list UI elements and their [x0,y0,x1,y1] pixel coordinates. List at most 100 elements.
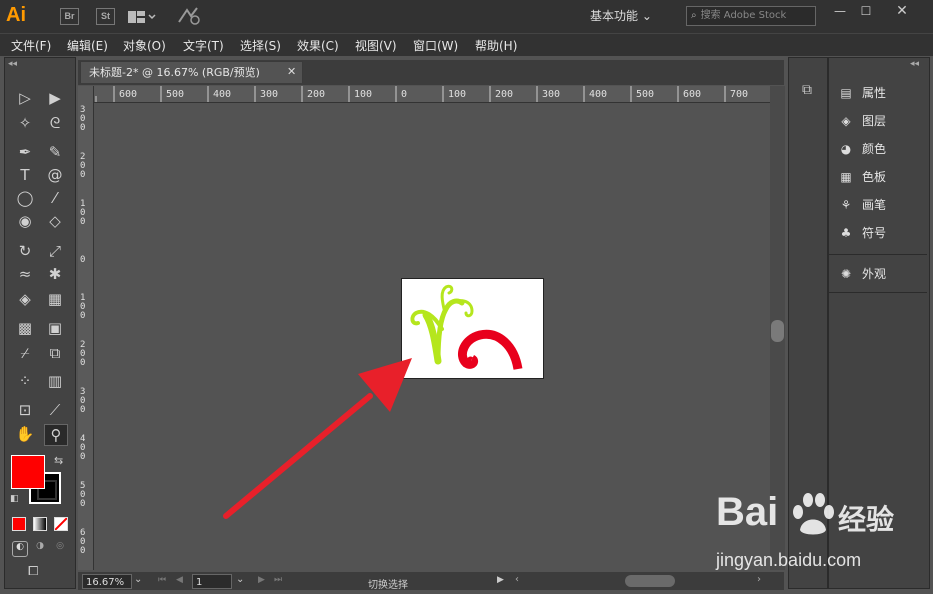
zoom-level-field[interactable]: 16.67% [82,574,132,589]
menu-window[interactable]: 窗口(W) [413,37,458,54]
vertical-ruler[interactable]: 3 0 0 2 0 0 1 0 0 0 1 0 0 2 0 0 3 0 0 4 … [78,86,94,570]
shaper-tool-icon[interactable]: ◉ [14,211,36,231]
menu-object[interactable]: 对象(O) [123,37,166,54]
blend-tool-icon[interactable]: ⧉ [44,343,66,363]
panel-layers[interactable]: ◈ 图层 [836,111,924,131]
panel-label: 符号 [862,226,887,240]
color-mode-button[interactable] [12,517,26,531]
document-tab[interactable]: 未标题-2* @ 16.67% (RGB/预览) [80,61,303,83]
next-artboard-icon[interactable]: ▶ [258,575,265,585]
panel-brushes[interactable]: ⚘ 画笔 [836,195,924,215]
arrange-documents-icon[interactable] [128,9,156,23]
direct-selection-tool-icon[interactable]: ▶ [44,88,66,108]
gradient-mode-button[interactable] [33,517,47,531]
artboard-tool-icon[interactable]: ⊡ [14,400,36,420]
type-tool-icon[interactable]: T [14,165,36,185]
collapse-panel-icon[interactable]: ◂◂ [8,59,17,69]
last-artboard-icon[interactable]: ⏭ [274,575,282,585]
close-document-icon[interactable]: ✕ [287,65,296,78]
expand-panels-icon[interactable]: ◂◂ [910,59,919,69]
scroll-left-icon[interactable]: ‹ [515,574,519,585]
panel-label: 色板 [862,170,887,184]
symbol-sprayer-tool-icon[interactable]: ⁘ [14,371,36,391]
previous-artboard-icon[interactable]: ◀ [176,575,183,585]
fill-color-swatch[interactable] [11,455,45,489]
artboard-dropdown-icon[interactable]: ⌄ [236,574,244,585]
bridge-badge[interactable]: Br [60,8,79,25]
spiral-tool-icon[interactable]: @ [44,165,66,185]
ruler-left-label: 4 0 0 [80,434,86,462]
perspective-grid-tool-icon[interactable]: ▦ [44,289,66,309]
default-fill-stroke-icon[interactable]: ◧ [10,494,19,504]
swap-fill-stroke-icon[interactable]: ⇆ [54,454,63,467]
magic-wand-tool-icon[interactable]: ✧ [14,113,36,133]
panel-label: 图层 [862,114,887,128]
maximize-button[interactable]: ☐ [852,4,880,20]
draw-inside-icon[interactable]: ◎ [53,541,67,555]
zoom-tool-icon[interactable]: ⚲ [44,424,68,446]
width-tool-icon[interactable]: ≈ [14,264,36,284]
symbols-icon: ♣ [840,226,852,240]
stock-search-input[interactable]: ⌕ 搜索 Adobe Stock [686,6,816,26]
ruler-left-label: 2 0 0 [80,152,86,180]
horizontal-scroll-thumb[interactable] [625,575,675,587]
zoom-dropdown-icon[interactable]: ⌄ [134,574,142,585]
horizontal-ruler[interactable]: 600 500 400 300 200 100 0 100 200 300 40… [94,86,770,103]
watermark-url: jingyan.baidu.com [716,550,862,570]
minimize-button[interactable]: — [826,4,854,20]
panel-appearance[interactable]: ✺ 外观 [836,264,924,284]
panel-swatches[interactable]: ▦ 色板 [836,167,924,187]
ruler-top-label: 200 [307,89,326,100]
artboards-panel-icon[interactable]: ⧉ [797,82,817,102]
lasso-tool-icon[interactable]: ᘓ [44,113,66,133]
curvature-tool-icon[interactable]: ✎ [44,142,66,162]
hand-tool-icon[interactable]: ✋ [14,424,36,444]
menu-select[interactable]: 选择(S) [240,37,281,54]
gradient-tool-icon[interactable]: ▣ [44,318,66,338]
draw-normal-icon[interactable]: ◐ [12,541,28,557]
ellipse-tool-icon[interactable]: ◯ [14,188,36,208]
vertical-scroll-thumb[interactable] [771,320,784,342]
menu-help[interactable]: 帮助(H) [475,37,517,54]
close-window-button[interactable]: ✕ [888,4,916,20]
paintbrush-tool-icon[interactable]: ⁄ [44,188,66,208]
puppet-warp-tool-icon[interactable]: ✱ [44,264,66,284]
menu-file[interactable]: 文件(F) [11,37,51,54]
panel-color[interactable]: ◕ 颜色 [836,139,924,159]
first-artboard-icon[interactable]: ⏮ [158,575,166,585]
pen-tool-icon[interactable]: ✒ [14,142,36,162]
draw-behind-icon[interactable]: ◑ [33,541,47,555]
slice-tool-icon[interactable]: ⟋ [44,400,66,420]
ruler-left-label: 3 0 0 [80,105,91,133]
selection-tool-icon[interactable]: ▷ [14,88,36,108]
rotate-tool-icon[interactable]: ↻ [14,241,36,261]
gpu-performance-icon[interactable] [177,6,203,26]
eyedropper-tool-icon[interactable]: ⌿ [14,343,36,363]
artboard-number-field[interactable]: 1 [192,574,232,589]
watermark-brand-cn: 经验 [838,503,895,536]
shape-builder-tool-icon[interactable]: ◈ [14,289,36,309]
menu-effect[interactable]: 效果(C) [297,37,339,54]
ruler-top-label: 300 [260,89,279,100]
artboard[interactable] [401,278,544,379]
mesh-tool-icon[interactable]: ▩ [14,318,36,338]
ruler-left-label: 0 [80,255,86,265]
screen-mode-icon[interactable]: ⧠ [28,564,50,580]
scale-tool-icon[interactable]: ⤢ [44,241,66,261]
eraser-tool-icon[interactable]: ◇ [44,211,66,231]
menu-view[interactable]: 视图(V) [355,37,397,54]
appearance-icon: ✺ [840,267,852,281]
column-graph-tool-icon[interactable]: ▥ [44,371,66,391]
chevron-down-icon: ⌄ [641,9,652,23]
menu-type[interactable]: 文字(T) [183,37,224,54]
ruler-left-label: 1 0 0 [80,199,86,227]
panel-symbols[interactable]: ♣ 符号 [836,223,924,243]
panel-properties[interactable]: ▤ 属性 [836,83,924,103]
stock-badge[interactable]: St [96,8,115,25]
workspace-switcher[interactable]: 基本功能 ⌄ [590,6,670,26]
menu-edit[interactable]: 编辑(E) [67,37,108,54]
ruler-top-label: 100 [448,89,467,100]
status-menu-icon[interactable]: ▶ [497,575,504,585]
ruler-left-label: 2 0 0 [80,340,86,368]
none-mode-button[interactable] [54,517,68,531]
